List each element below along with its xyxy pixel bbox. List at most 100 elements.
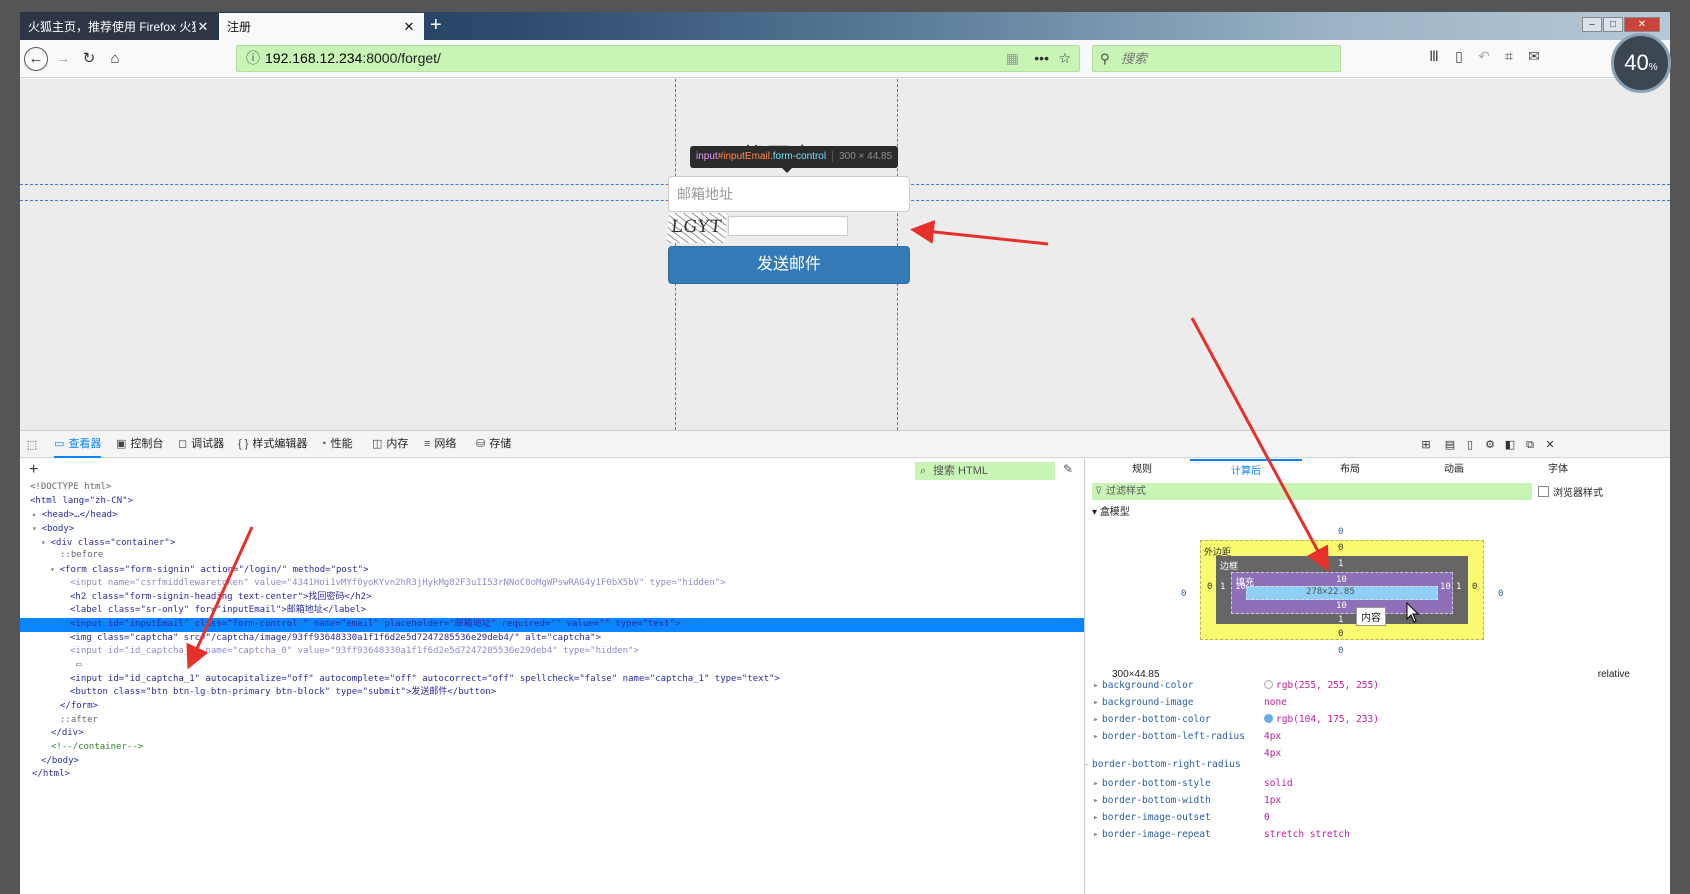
filter-styles-input[interactable]: 过滤样式 [1092,483,1532,500]
markup-panel: + 搜索 HTML ✎ <!DOCTYPE html> <html lang="… [20,459,1085,894]
event-badge-icon[interactable]: ▭ [20,659,1084,673]
computed-row[interactable]: border-bottom-width1px [1086,792,1646,809]
back-button[interactable]: ← [24,47,48,71]
undo-icon[interactable]: ↶ [1475,48,1493,68]
frame-select-icon[interactable]: ⊞ [1418,437,1434,453]
tree-line[interactable]: <!DOCTYPE html> [20,481,1084,495]
info-icon[interactable]: ⓘ [246,46,260,71]
split-console-icon[interactable]: ▤ [1442,437,1458,453]
tree-line[interactable]: <img class="captcha" src="/captcha/image… [20,632,1084,646]
tree-line[interactable]: ▾ <body> [20,522,1084,536]
bookmark-star-icon[interactable]: ☆ [1058,46,1071,71]
tab-memory[interactable]: ◫ 内存 [372,431,408,458]
close-icon[interactable]: ✕ [1542,437,1558,453]
tree-line[interactable]: <html lang="zh-CN"> [20,495,1084,509]
search-html-input[interactable]: 搜索 HTML [915,462,1055,480]
border-top: 1 [1338,559,1344,569]
tree-line[interactable]: ▸ <head>…</head> [20,508,1084,522]
element-tooltip: input#inputEmail.form-control 300 × 44.85 [690,146,899,173]
tree-line[interactable]: </html> [20,768,1084,782]
computed-row[interactable]: border-image-outset0 [1086,809,1646,826]
padding-bottom: 10 [1336,601,1347,611]
screenshot-icon[interactable]: ⌗ [1500,48,1518,68]
page-actions-icon[interactable]: ••• [1034,46,1049,71]
tree-line[interactable]: </form> [20,700,1084,714]
library-icon[interactable]: Ⅲ [1425,48,1443,68]
margin-top: 0 [1338,543,1344,553]
margin-right: 0 [1472,582,1478,592]
computed-row[interactable]: border-bottom-colorrgb(104, 175, 233) [1086,711,1646,728]
computed-row[interactable]: border-bottom-right-radius4px [1086,745,1646,775]
element-picker-icon[interactable]: ⬚ [24,437,40,453]
tree-line[interactable]: </div> [20,727,1084,741]
forward-button[interactable]: → [52,48,74,70]
tab-debugger[interactable]: ◻ 调试器 [178,431,224,458]
tab-performance[interactable]: ◔ 性能 [320,431,353,458]
computed-row[interactable]: border-bottom-stylesolid [1086,775,1646,792]
side-panel: 规则 计算后 布局 动画 字体 过滤样式 浏览器样式 ▾ 盒模型 外边距 边框 … [1086,459,1670,894]
tab-register[interactable]: 注册 ✕ [219,13,424,40]
box-model-header[interactable]: ▾ 盒模型 [1092,503,1130,518]
tab-style-editor[interactable]: { } 样式编辑器 [238,431,307,458]
sidebar-icon[interactable]: ▯ [1450,48,1468,68]
tab-computed[interactable]: 计算后 [1190,459,1302,481]
maximize-button[interactable]: □ [1603,17,1623,32]
border-right: 1 [1456,582,1462,592]
tree-line[interactable]: <label class="sr-only" for="inputEmail">… [20,604,1084,618]
storage-icon: ⛁ [476,438,486,450]
url-bar[interactable]: ⓘ 192.168.12.234:8000/forget/ ▦ ••• ☆ [236,45,1080,72]
minimize-button[interactable]: – [1582,17,1602,32]
tab-fonts[interactable]: 字体 [1502,459,1614,481]
tree-line[interactable]: </body> [20,755,1084,769]
tab-network[interactable]: ≡ 网络 [424,431,456,458]
tree-line[interactable]: <!--/container--> [20,741,1084,755]
captcha-input[interactable] [728,216,848,236]
tree-line-selected[interactable]: <input id="inputEmail" class="form-contr… [20,617,1084,632]
undock-icon[interactable]: ⧉ [1522,437,1538,453]
tree-line[interactable]: ▾ <form class="form-signin" action="/log… [20,563,1084,577]
reload-button[interactable]: ↻ [78,48,100,70]
tree-line[interactable]: <input name="csrfmiddlewaretoken" value=… [20,577,1084,591]
responsive-icon[interactable]: ▯ [1462,437,1478,453]
style-editor-icon: { } [238,438,249,450]
settings-icon[interactable]: ⚙ [1482,437,1498,453]
tab-rules[interactable]: 规则 [1086,459,1198,481]
browser-styles-checkbox[interactable]: 浏览器样式 [1538,484,1603,499]
tree-line[interactable]: ▾ <div class="container"> [20,536,1084,550]
home-button[interactable]: ⌂ [104,48,126,70]
tree-line[interactable]: <input id="id_captcha_0" name="captcha_0… [20,645,1084,659]
performance-icon: ◔ [320,438,327,450]
search-bar[interactable]: ⚲ 搜索 [1092,45,1341,72]
computed-row[interactable]: border-image-repeatstretch stretch [1086,826,1646,843]
tab-console[interactable]: ▣ 控制台 [116,431,163,458]
email-input[interactable]: 邮箱地址 [668,176,910,212]
tree-line[interactable]: ::after [20,714,1084,728]
new-tab-button[interactable]: + [430,15,442,35]
tree-line[interactable]: <input id="id_captcha_1" autocapitalize=… [20,673,1084,687]
qr-code-icon[interactable]: ▦ [1006,46,1019,71]
browser-window: 火狐主页，推荐使用 Firefox 火狐浏 ✕ 注册 ✕ + – □ ✕ ← →… [20,12,1670,894]
tab-inspector[interactable]: ▭ 查看器 [54,431,102,458]
close-window-button[interactable]: ✕ [1624,17,1660,32]
tab-firefox-home[interactable]: 火狐主页，推荐使用 Firefox 火狐浏 ✕ [20,13,218,40]
tab-animations[interactable]: 动画 [1398,459,1510,481]
border-bottom: 1 [1338,615,1344,625]
computed-row[interactable]: background-colorrgb(255, 255, 255) [1086,677,1646,694]
computed-row[interactable]: background-imagenone [1086,694,1646,711]
computed-row[interactable]: border-bottom-left-radius4px [1086,728,1646,745]
close-icon[interactable]: ✕ [402,19,416,35]
send-email-button[interactable]: 发送邮件 [668,246,910,284]
chat-icon[interactable]: ✉ [1525,48,1543,68]
search-icon: ⚲ [1100,51,1110,66]
position-right: 0 [1498,589,1504,599]
tab-layout[interactable]: 布局 [1294,459,1406,481]
dock-side-icon[interactable]: ◧ [1502,437,1518,453]
tree-line[interactable]: <button class="btn btn-lg btn-primary bt… [20,686,1084,700]
tree-line[interactable]: ::before [20,549,1084,563]
tree-line[interactable]: <h2 class="form-signin-heading text-cent… [20,591,1084,605]
border-left: 1 [1220,582,1226,592]
tab-storage[interactable]: ⛁ 存储 [476,431,511,458]
close-icon[interactable]: ✕ [196,19,210,35]
eyedropper-icon[interactable]: ✎ [1063,462,1073,476]
add-node-icon[interactable]: + [29,461,38,479]
